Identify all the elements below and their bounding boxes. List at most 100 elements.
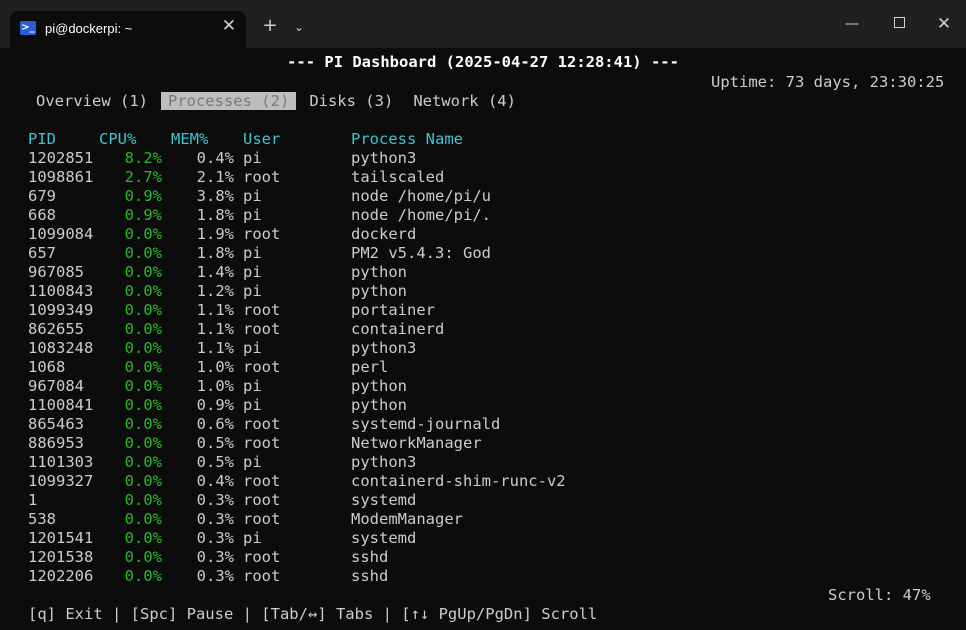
cell-mem: 1.1% [196,301,234,319]
cell-process-name: python3 [351,339,417,357]
column-header-user: User [243,130,281,148]
cell-process-name: NetworkManager [351,434,482,452]
cell-pid: 679 [28,187,56,205]
close-window-button[interactable]: ✕ [921,0,966,48]
cell-user: pi [243,339,262,357]
cell-process-name: dockerd [351,225,417,243]
cell-process-name: python [351,282,407,300]
maximize-button[interactable] [876,0,922,48]
title-bar: >_ pi@dockerpi: ~ ✕ + ⌄ — ✕ [0,0,966,48]
cell-pid: 1068 [28,358,66,376]
cell-mem: 1.0% [196,377,234,395]
column-header-process-name: Process Name [351,130,463,148]
cell-process-name: node /home/pi/. [351,206,491,224]
cell-mem: 0.3% [196,491,234,509]
cell-user: root [243,301,281,319]
cell-process-name: containerd [351,320,445,338]
cell-mem: 0.3% [196,529,234,547]
cell-mem: 1.2% [196,282,234,300]
dashboard-tabs: Overview (1) Processes (2) Disks (3) Networ… [36,92,536,110]
cell-process-name: sshd [351,548,389,566]
dashboard-tab-4[interactable]: Network (4) [413,92,516,110]
dashboard-title: --- PI Dashboard (2025-04-27 12:28:41) -… [287,53,679,71]
cell-user: pi [243,282,262,300]
cell-user: root [243,225,281,243]
cell-mem: 1.4% [196,263,234,281]
cell-user: pi [243,529,262,547]
cell-user: root [243,567,281,585]
cell-process-name: python [351,263,407,281]
cell-process-name: node /home/pi/u [351,187,491,205]
cell-mem: 0.4% [196,472,234,490]
cell-mem: 1.8% [196,206,234,224]
chevron-down-icon[interactable]: ⌄ [292,17,306,37]
cell-user: root [243,415,281,433]
cell-mem: 0.4% [196,149,234,167]
uptime-text: Uptime: 73 days, 23:30:25 [711,73,945,91]
minimize-button[interactable]: — [829,0,875,48]
powershell-icon: >_ [20,21,36,35]
cell-mem: 1.1% [196,339,234,357]
cell-mem: 1.1% [196,320,234,338]
cell-process-name: python3 [351,453,417,471]
cell-mem: 0.9% [196,396,234,414]
cell-pid: 538 [28,510,56,528]
cell-process-name: systemd-journald [351,415,501,433]
cell-process-name: PM2 v5.4.3: God [351,244,491,262]
cell-pid: 1 [28,491,38,509]
keybinding-footer: [q] Exit | [Spc] Pause | [Tab/↔] Tabs | … [28,605,598,623]
cell-mem: 1.8% [196,244,234,262]
cell-process-name: python3 [351,149,417,167]
dashboard-tab-1[interactable]: Overview (1) [36,92,148,110]
maximize-icon [893,17,905,28]
cell-process-name: python [351,377,407,395]
cell-user: pi [243,396,262,414]
cell-mem: 0.5% [196,434,234,452]
cell-mem: 0.5% [196,453,234,471]
cell-user: pi [243,263,262,281]
cell-pid: 657 [28,244,56,262]
cell-user: pi [243,453,262,471]
cell-process-name: perl [351,358,389,376]
terminal-content[interactable]: --- PI Dashboard (2025-04-27 12:28:41) -… [0,48,966,630]
cell-user: root [243,510,281,528]
tab-close-icon[interactable]: ✕ [222,16,236,36]
cell-user: pi [243,187,262,205]
scroll-indicator: Scroll: 47% [828,586,931,604]
column-header-cpu: CPU% [99,130,137,148]
cell-mem: 1.9% [196,225,234,243]
cell-process-name: systemd [351,529,417,547]
column-header-mem: MEM% [171,130,209,148]
cell-mem: 3.8% [196,187,234,205]
cell-user: root [243,320,281,338]
cell-user: pi [243,377,262,395]
column-header-pid: PID [28,130,56,148]
dashboard-tab-3[interactable]: Disks (3) [309,92,393,110]
terminal-tab[interactable]: >_ pi@dockerpi: ~ ✕ [10,11,246,48]
cell-process-name: systemd [351,491,417,509]
tab-title: pi@dockerpi: ~ [45,21,133,36]
cell-process-name: sshd [351,567,389,585]
cell-user: pi [243,206,262,224]
cell-user: root [243,358,281,376]
cell-mem: 0.3% [196,548,234,566]
cell-mem: 0.6% [196,415,234,433]
cell-process-name: portainer [351,301,435,319]
cell-user: root [243,548,281,566]
dashboard-tab-2[interactable]: Processes (2) [160,92,297,110]
cell-user: root [243,434,281,452]
cell-process-name: ModemManager [351,510,463,528]
cell-user: pi [243,244,262,262]
cell-process-name: containerd-shim-runc-v2 [351,472,566,490]
cell-mem: 2.1% [196,168,234,186]
new-tab-button[interactable]: + [261,16,279,36]
cell-pid: 668 [28,206,56,224]
cell-process-name: tailscaled [351,168,445,186]
cell-mem: 0.3% [196,567,234,585]
cell-mem: 0.3% [196,510,234,528]
cell-user: root [243,168,281,186]
cell-user: pi [243,149,262,167]
cell-user: root [243,491,281,509]
cell-process-name: python [351,396,407,414]
terminal-window: >_ pi@dockerpi: ~ ✕ + ⌄ — ✕ --- PI Dashb… [0,0,966,630]
